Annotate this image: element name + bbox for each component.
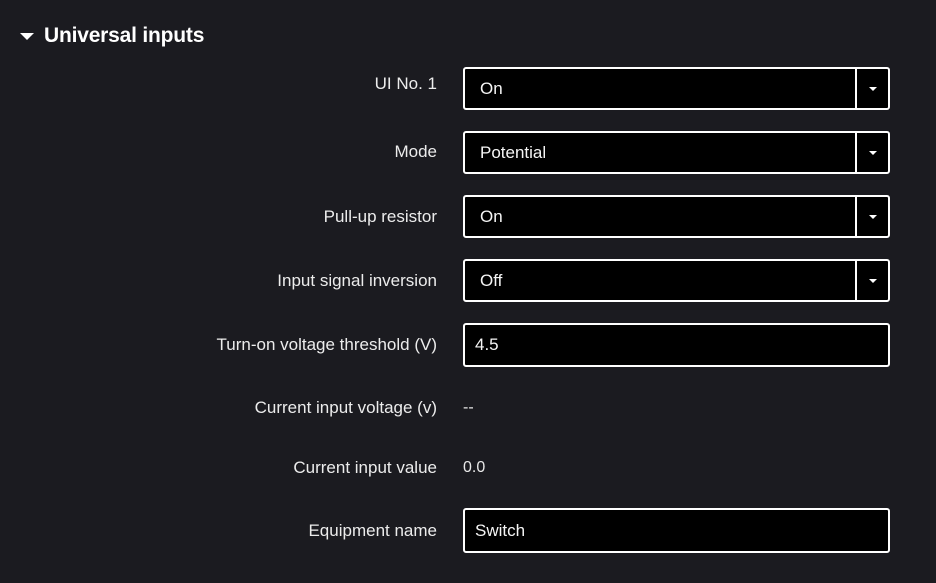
field-row-pullup: Pull-up resistor On [0,195,936,238]
section-title: Universal inputs [44,24,205,47]
equipment-name-input[interactable] [465,510,888,551]
field-label-equipment-name: Equipment name [308,520,437,540]
mode-select[interactable]: Potential [463,131,890,174]
chevron-down-icon [868,150,877,155]
field-row-current-value: Current input value 0.0 [0,456,936,480]
field-row-ui-no: UI No. 1 On [0,67,936,110]
field-label-pullup: Pull-up resistor [323,206,437,226]
equipment-name-input-wrapper [463,508,890,553]
field-row-threshold: Turn-on voltage threshold (V) [0,323,936,367]
chevron-down-icon [868,214,877,219]
caret-down-icon [20,33,34,40]
field-row-mode: Mode Potential [0,131,936,174]
mode-select-value: Potential [480,142,547,162]
field-label-inversion: Input signal inversion [277,270,437,290]
threshold-input[interactable] [465,325,888,365]
section-header-universal-inputs[interactable]: Universal inputs [20,20,204,52]
current-voltage-value: -- [463,399,474,416]
field-row-current-voltage: Current input voltage (v) -- [0,396,936,420]
field-label-current-value: Current input value [293,458,437,477]
inversion-select-arrow-button[interactable] [855,261,888,300]
current-value-value: 0.0 [463,459,486,476]
inversion-select[interactable]: Off [463,259,890,302]
field-row-equipment-name: Equipment name [0,508,936,553]
pullup-select-arrow-button[interactable] [855,197,888,236]
chevron-down-icon [868,86,877,91]
field-label-ui-no: UI No. 1 [374,74,437,93]
chevron-down-icon [868,278,877,283]
pullup-select-value: On [480,206,503,226]
field-label-mode: Mode [394,142,437,161]
inversion-select-value: Off [480,270,503,290]
ui-no-select-value: On [480,78,503,98]
field-label-current-voltage: Current input voltage (v) [254,398,437,417]
mode-select-arrow-button[interactable] [855,133,888,172]
field-label-threshold: Turn-on voltage threshold (V) [216,335,437,354]
ui-no-select[interactable]: On [463,67,890,110]
field-row-inversion: Input signal inversion Off [0,259,936,302]
ui-no-select-arrow-button[interactable] [855,69,888,108]
threshold-input-wrapper [463,323,890,367]
pullup-select[interactable]: On [463,195,890,238]
